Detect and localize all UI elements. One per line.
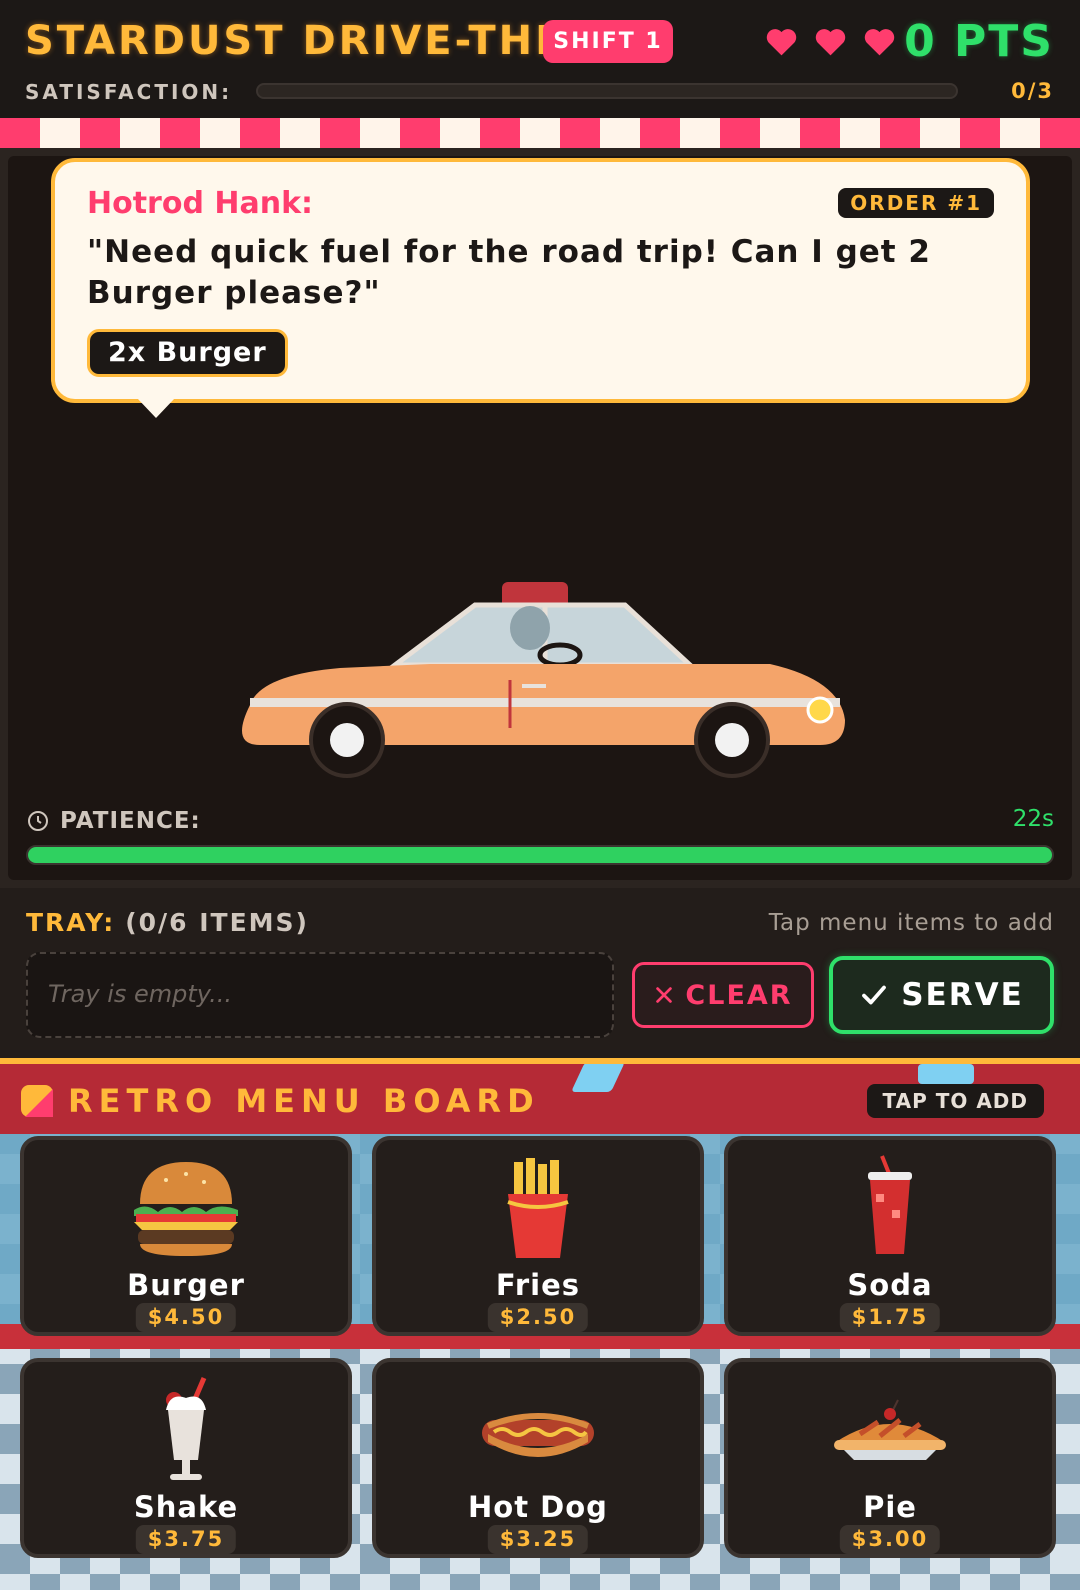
driver (510, 606, 550, 650)
serve-button-label: SERVE (901, 977, 1024, 1013)
menu-item-price: $3.25 (487, 1525, 589, 1554)
lives-display (764, 24, 897, 59)
hotdog-icon (482, 1413, 594, 1457)
tray-count: (0/6 ITEMS) (125, 908, 309, 937)
menu-title: RETRO MENU BOARD (68, 1082, 540, 1120)
shift-badge: SHIFT 1 (543, 20, 673, 63)
clock-icon (28, 811, 48, 831)
headlight (806, 696, 834, 724)
menu-item-name: Hot Dog (468, 1490, 608, 1524)
menu-header: RETRO MENU BOARD (20, 1082, 540, 1120)
game-title: STARDUST DRIVE-THRU (25, 18, 605, 64)
menu-item-pie[interactable]: Pie $3.00 (724, 1358, 1056, 1558)
menu-item-soda[interactable]: Soda $1.75 (724, 1136, 1056, 1336)
tray-label: TRAY: (0/6 ITEMS) (26, 908, 309, 937)
serve-button[interactable]: SERVE (829, 956, 1054, 1034)
fries-icon (507, 1158, 569, 1258)
pie-icon (834, 1399, 946, 1460)
menu-item-price: $3.75 (135, 1525, 237, 1554)
menu-item-hotdog[interactable]: Hot Dog $3.25 (372, 1358, 704, 1558)
menu-item-shake[interactable]: Shake $3.75 (20, 1358, 352, 1558)
speech-bubble-tail (137, 398, 175, 418)
menu-logo-icon (21, 1085, 53, 1117)
shake-icon (166, 1377, 207, 1480)
awning-stripes (0, 118, 1080, 148)
clear-button[interactable]: CLEAR (632, 962, 814, 1028)
menu-item-burger[interactable]: Burger $4.50 (20, 1136, 352, 1336)
menu-item-name: Pie (863, 1490, 917, 1524)
patience-label: PATIENCE: (26, 808, 201, 834)
score-display: 0 PTS (904, 16, 1054, 67)
tray-hint: Tap menu items to add (768, 910, 1054, 936)
patience-timer: 22s (1012, 806, 1054, 832)
neon-light (918, 1064, 974, 1084)
burger-icon (134, 1162, 238, 1256)
customer-dialogue: "Need quick fuel for the road trip! Can … (87, 234, 931, 311)
menu-item-price: $4.50 (135, 1303, 237, 1332)
satisfaction-label: SATISFACTION: (25, 80, 233, 104)
check-icon (862, 985, 887, 1005)
menu-item-name: Fries (495, 1268, 581, 1302)
patience-bar (26, 845, 1054, 865)
heart-icon (815, 29, 846, 56)
menu-item-price: $3.00 (839, 1525, 941, 1554)
menu-item-name: Shake (133, 1490, 239, 1524)
tray-label-text: TRAY: (26, 908, 116, 937)
speech-bubble: Hotrod Hank: ORDER #1 "Need quick fuel f… (51, 158, 1030, 403)
patience-bar-fill (28, 847, 1052, 863)
neon-light (571, 1064, 625, 1092)
menu-item-price: $1.75 (839, 1303, 941, 1332)
menu-item-name: Burger (127, 1268, 245, 1302)
heart-icon (864, 29, 895, 56)
patience-label-text: PATIENCE: (60, 808, 201, 834)
requested-item-chip: 2x Burger (87, 329, 288, 377)
menu-item-fries[interactable]: Fries $2.50 (372, 1136, 704, 1336)
tray-empty-text: Tray is empty... (48, 980, 233, 1008)
heart-icon (766, 29, 797, 56)
satisfaction-bar (256, 83, 958, 99)
menu-item-name: Soda (847, 1268, 933, 1302)
clear-button-label: CLEAR (685, 979, 793, 1011)
customer-name: Hotrod Hank: (87, 186, 314, 221)
satisfaction-count: 0/3 (1011, 79, 1054, 103)
customer-car (242, 582, 845, 778)
tray-panel: TRAY: (0/6 ITEMS) Tap menu items to add T… (0, 888, 1080, 1058)
soda-icon (868, 1155, 912, 1254)
tap-to-add-badge: TAP TO ADD (866, 1084, 1044, 1118)
close-icon (656, 987, 673, 1003)
tray-drop-area[interactable]: Tray is empty... (26, 952, 614, 1038)
menu-item-price: $2.50 (487, 1303, 589, 1332)
order-number-badge: ORDER #1 (838, 188, 994, 218)
top-bar: STARDUST DRIVE-THRU SHIFT 1 0 PTS SATISF… (0, 0, 1080, 118)
